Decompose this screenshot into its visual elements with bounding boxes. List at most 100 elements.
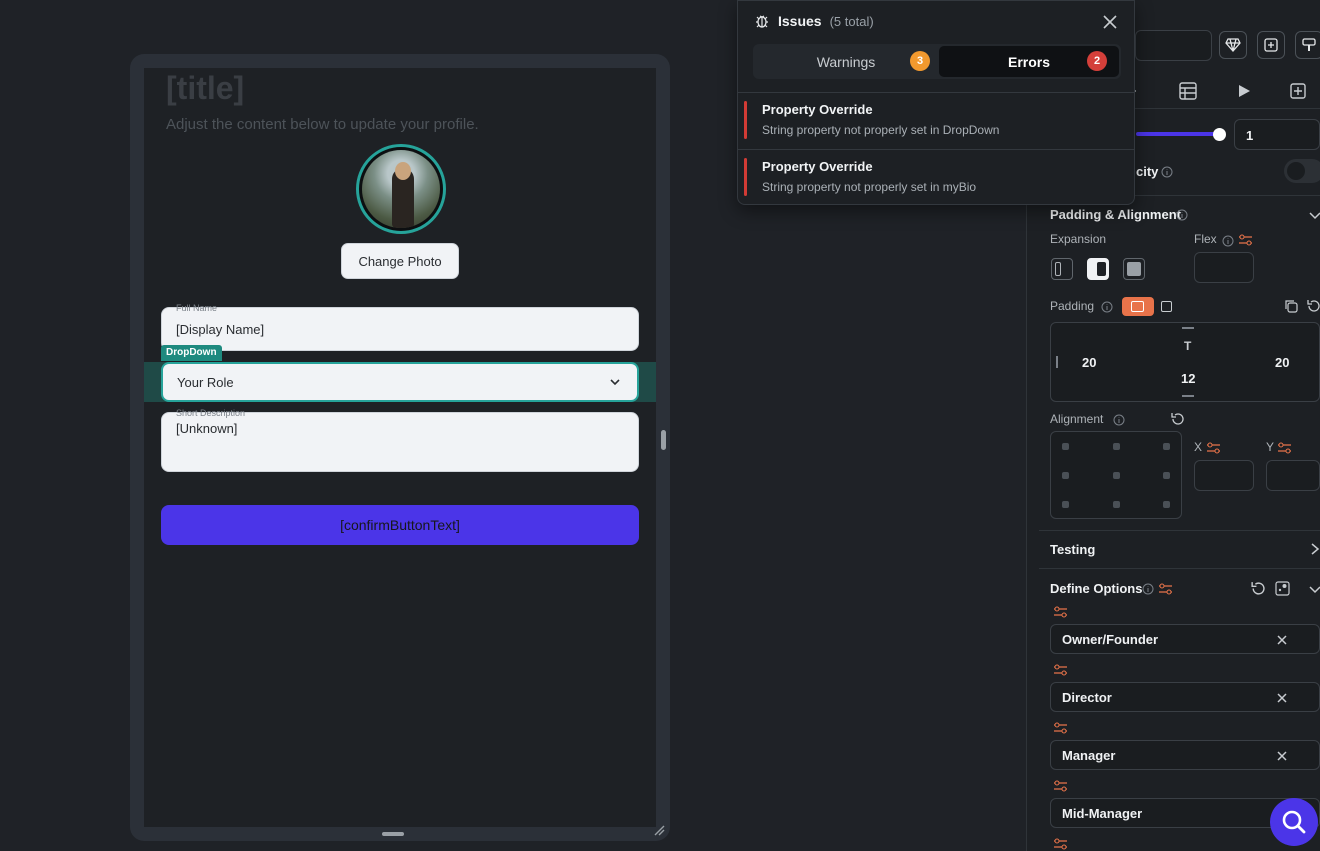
option-settings-icon[interactable] [1053,606,1068,618]
confirm-button[interactable]: [confirmButtonText] [161,505,639,545]
add-action-icon[interactable] [1289,82,1307,100]
option-settings-icon[interactable] [1053,722,1068,734]
canvas-scrollbar[interactable] [661,430,666,450]
alignment-x-input[interactable] [1194,460,1254,491]
expansion-expand-button[interactable] [1123,258,1145,280]
option-settings-icon[interactable] [1053,780,1068,792]
alignment-center-right[interactable] [1163,472,1170,479]
issues-popover: Issues (5 total) Warnings 3 Errors 2 Pro… [737,0,1135,205]
settings-sliders-icon[interactable] [1158,583,1173,595]
expansion-shrink-button[interactable] [1051,258,1073,280]
issue-description: String property not properly set in myBi… [762,180,977,194]
alignment-bottom-center[interactable] [1113,501,1120,508]
alignment-bottom-right[interactable] [1163,501,1170,508]
search-icon [1282,810,1306,834]
alignment-bottom-left[interactable] [1062,501,1069,508]
issue-item[interactable]: Property Override String property not pr… [738,149,1134,205]
padding-bottom-handle[interactable] [1182,395,1194,397]
device-bottom-handle[interactable] [382,832,404,836]
play-icon[interactable] [1236,83,1252,99]
alignment-x-label: X [1194,440,1203,454]
page-subtitle[interactable]: Adjust the content below to update your … [166,116,479,133]
padding-top-handle[interactable] [1182,327,1194,329]
search-fab-button[interactable] [1270,798,1318,846]
opacity-slider-track[interactable] [1136,132,1220,136]
testing-title[interactable]: Testing [1050,542,1095,557]
chevron-down-icon [610,379,620,386]
alignment-label: Alignment [1050,412,1104,426]
alignment-y-input[interactable] [1266,460,1320,491]
role-dropdown[interactable]: Your Role [161,362,639,402]
tab-errors[interactable]: Errors 2 [939,46,1119,77]
padding-label: Padding [1050,299,1095,313]
copy-icon[interactable] [1284,299,1298,313]
table-icon[interactable] [1179,82,1197,100]
panel-divider [1039,568,1320,569]
info-icon[interactable] [1176,209,1188,221]
tab-warnings-label: Warnings [816,53,876,70]
issue-title: Property Override [762,159,873,174]
close-icon[interactable] [1276,750,1288,762]
avatar[interactable] [356,144,446,234]
define-options-title: Define Options [1050,581,1143,596]
add-page-icon[interactable] [1257,31,1285,59]
short-description-field[interactable]: [Unknown] [161,412,639,472]
opacity-slider-thumb[interactable] [1213,128,1226,141]
alignment-center-left[interactable] [1062,472,1069,479]
padding-left-value[interactable]: 20 [1082,355,1096,370]
issue-description: String property not properly set in Drop… [762,123,1000,137]
chevron-right-icon[interactable] [1308,542,1320,556]
padding-alignment-title: Padding & Alignment [1050,207,1181,222]
flex-input[interactable] [1194,252,1254,283]
warnings-count-badge: 3 [910,51,930,71]
info-icon[interactable] [1161,166,1173,178]
issues-header: Issues (5 total) [754,13,874,29]
reset-icon[interactable] [1250,581,1265,596]
issue-title: Property Override [762,102,873,117]
option-settings-icon[interactable] [1053,664,1068,676]
opacity-value-input[interactable]: 1 [1234,119,1320,150]
expansion-flex-button[interactable] [1087,258,1109,280]
info-icon[interactable] [1113,414,1125,426]
padding-top-marker: T [1184,339,1192,353]
option-settings-icon[interactable] [1053,838,1068,850]
resize-handle-icon[interactable] [653,824,665,836]
settings-sliders-icon[interactable] [1238,234,1253,246]
padding-left-handle[interactable] [1056,356,1058,368]
issue-item[interactable]: Property Override String property not pr… [738,92,1134,148]
change-photo-button[interactable]: Change Photo [341,243,459,279]
settings-sliders-icon[interactable] [1277,442,1292,454]
padding-bottom-value[interactable]: 12 [1181,371,1195,386]
info-icon[interactable] [1142,583,1154,595]
variable-binding-icon[interactable] [1275,581,1290,596]
info-icon[interactable] [1222,235,1234,247]
close-icon[interactable] [1276,692,1288,704]
reset-icon[interactable] [1306,299,1320,313]
alignment-top-right[interactable] [1163,443,1170,450]
info-icon[interactable] [1101,301,1113,313]
padding-right-value[interactable]: 20 [1275,355,1289,370]
opacity-toggle[interactable] [1284,159,1320,183]
tab-warnings[interactable]: Warnings 3 [755,46,937,77]
alignment-top-center[interactable] [1113,443,1120,450]
full-name-label: Full Name [176,303,218,313]
padding-uniform-toggle[interactable] [1122,297,1154,316]
settings-sliders-icon[interactable] [1206,442,1221,454]
close-icon[interactable] [1276,634,1288,646]
alignment-top-left[interactable] [1062,443,1069,450]
close-icon[interactable] [1102,14,1118,30]
alignment-center[interactable] [1113,472,1120,479]
full-name-field[interactable]: [Display Name] [161,307,639,351]
alignment-grid[interactable] [1050,431,1182,519]
gem-icon[interactable] [1219,31,1247,59]
page-title[interactable]: [title] [166,70,244,107]
avatar-photo [362,150,440,228]
panel-name-input[interactable] [1135,30,1212,61]
role-dropdown-value: Your Role [177,374,234,390]
paint-brush-icon[interactable] [1295,31,1320,59]
chevron-down-icon[interactable] [1308,582,1320,596]
chevron-down-icon[interactable] [1308,208,1320,222]
padding-individual-toggle[interactable] [1161,301,1172,312]
device-screen: [title] Adjust the content below to upda… [144,68,656,827]
reset-icon[interactable] [1170,412,1184,426]
